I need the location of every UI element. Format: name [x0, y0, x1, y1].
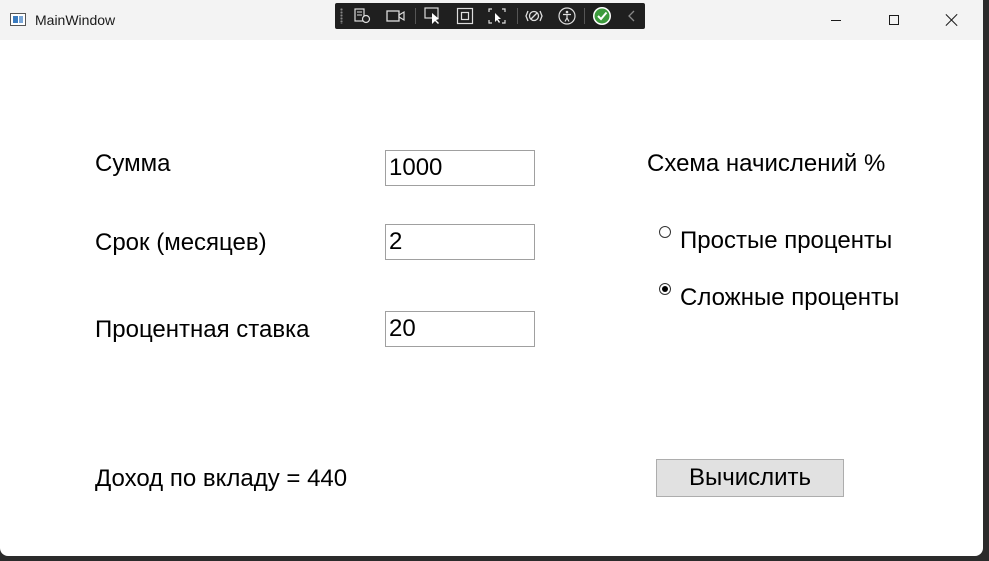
amount-input[interactable] [385, 150, 535, 186]
toolbar-separator [517, 8, 518, 24]
amount-label: Сумма [95, 150, 171, 177]
toolbar-separator [415, 8, 416, 24]
rate-input[interactable] [385, 311, 535, 347]
calculate-button[interactable]: Вычислить [656, 459, 844, 497]
collapse-chevron-icon[interactable] [622, 7, 642, 25]
compound-interest-label[interactable]: Сложные проценты [680, 284, 899, 312]
window-title: MainWindow [35, 12, 116, 28]
debug-toolbar [335, 3, 645, 29]
compound-interest-radio[interactable] [659, 283, 671, 295]
toolbar-grip-icon[interactable] [340, 8, 343, 24]
main-window: MainWindow Сумма 1000 Срок (месяцев) 2 П… [0, 0, 983, 556]
accessibility-icon[interactable] [557, 7, 577, 25]
app-icon [10, 13, 26, 26]
maximize-icon [889, 15, 899, 25]
live-visual-tree-icon[interactable] [352, 7, 372, 25]
checkmark-icon[interactable] [592, 7, 612, 25]
select-element-icon[interactable] [423, 7, 443, 25]
rate-label: Процентная ставка [95, 316, 310, 343]
simple-interest-label[interactable]: Простые проценты [680, 227, 892, 255]
term-input[interactable] [385, 224, 535, 260]
binding-failures-icon[interactable] [524, 7, 544, 25]
result-text: Доход по вкладу = 440 [95, 465, 348, 492]
maximize-button[interactable] [865, 0, 923, 40]
toolbar-separator [584, 8, 585, 24]
scheme-label: Схема начислений % [647, 150, 886, 177]
display-layout-adorners-icon[interactable] [455, 7, 475, 25]
close-button[interactable] [923, 0, 981, 40]
term-label: Срок (месяцев) [95, 229, 267, 256]
close-icon [945, 13, 959, 27]
track-focus-icon[interactable] [487, 7, 507, 25]
minimize-icon [831, 19, 841, 21]
simple-interest-radio[interactable] [659, 226, 671, 238]
video-icon[interactable] [386, 7, 406, 25]
minimize-button[interactable] [807, 0, 865, 40]
